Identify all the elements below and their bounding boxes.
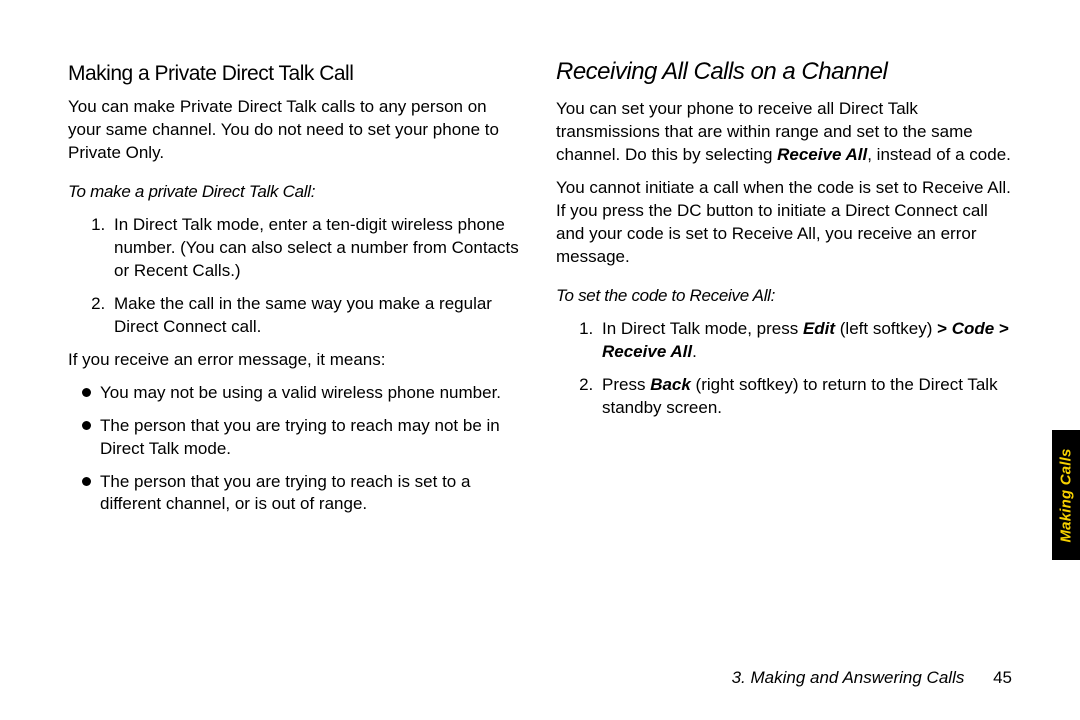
- left-step-1: In Direct Talk mode, enter a ten-digit w…: [110, 214, 524, 283]
- left-steps: In Direct Talk mode, enter a ten-digit w…: [68, 214, 524, 339]
- right-lead: To set the code to Receive All:: [556, 285, 1012, 308]
- sep: >: [999, 319, 1009, 338]
- softkey-edit: Edit: [803, 319, 835, 338]
- left-error-intro: If you receive an error message, it mean…: [68, 349, 524, 372]
- left-column: Making a Private Direct Talk Call You ca…: [68, 50, 524, 640]
- text: Press: [602, 375, 650, 394]
- left-heading: Making a Private Direct Talk Call: [68, 60, 524, 88]
- left-step-2: Make the call in the same way you make a…: [110, 293, 524, 339]
- section-tab: Making Calls: [1052, 430, 1080, 560]
- menu-receive-all: Receive All: [602, 342, 692, 361]
- term-receive-all: Receive All: [777, 145, 867, 164]
- footer-chapter: 3. Making and Answering Calls: [732, 668, 965, 687]
- right-column: Receiving All Calls on a Channel You can…: [556, 50, 1012, 640]
- text: (left softkey): [835, 319, 937, 338]
- text: .: [692, 342, 697, 361]
- menu-code: Code: [947, 319, 999, 338]
- right-steps: In Direct Talk mode, press Edit (left so…: [556, 318, 1012, 420]
- left-bullet-3: The person that you are trying to reach …: [82, 471, 524, 517]
- right-step-1: In Direct Talk mode, press Edit (left so…: [598, 318, 1012, 364]
- left-lead: To make a private Direct Talk Call:: [68, 181, 524, 204]
- left-intro: You can make Private Direct Talk calls t…: [68, 96, 524, 165]
- right-step-2: Press Back (right softkey) to return to …: [598, 374, 1012, 420]
- sep: >: [937, 319, 947, 338]
- right-p1: You can set your phone to receive all Di…: [556, 98, 1012, 167]
- softkey-back: Back: [650, 375, 691, 394]
- left-bullet-2: The person that you are trying to reach …: [82, 415, 524, 461]
- section-tab-label: Making Calls: [1058, 448, 1075, 542]
- left-bullets: You may not be using a valid wireless ph…: [68, 382, 524, 517]
- text: In Direct Talk mode, press: [602, 319, 803, 338]
- left-bullet-1: You may not be using a valid wireless ph…: [82, 382, 524, 405]
- right-heading: Receiving All Calls on a Channel: [556, 56, 1012, 88]
- footer-page-number: 45: [993, 668, 1012, 687]
- page-footer: 3. Making and Answering Calls 45: [732, 668, 1012, 688]
- page-body: Making a Private Direct Talk Call You ca…: [0, 0, 1080, 640]
- text: , instead of a code.: [867, 145, 1011, 164]
- right-p2: You cannot initiate a call when the code…: [556, 177, 1012, 269]
